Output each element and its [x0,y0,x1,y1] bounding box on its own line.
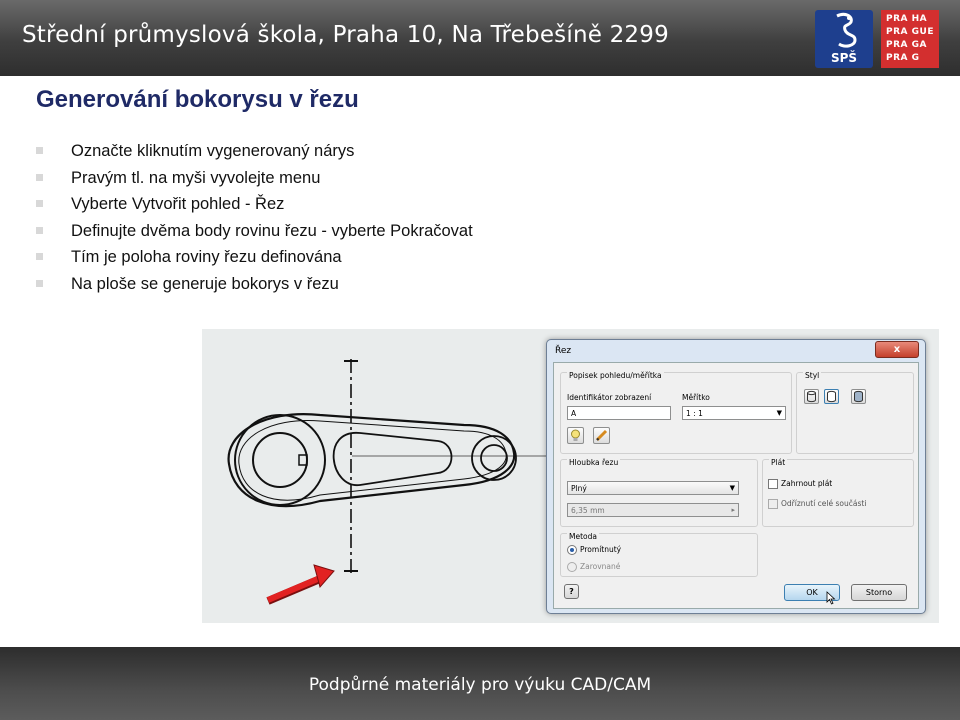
bullet-item: Tím je poloha roviny řezu definována [36,247,473,274]
shaded-cylinder-icon [854,390,863,403]
scale-label: Měřítko [682,393,710,402]
scale-value: 1 : 1 [686,409,703,418]
include-slice-label: Zahrnout plát [781,479,833,488]
slice-all-parts-label: Odříznutí celé součásti [781,499,867,508]
close-button[interactable]: x [875,341,919,358]
prague-logo: PRA HA PRA GUE PRA GA PRA G [881,10,939,68]
prague-logo-line: PRA HA [886,14,928,24]
identifier-input[interactable]: A [567,406,671,420]
view-label-group-label: Popisek pohledu/měřítka [567,371,664,380]
projected-radio[interactable] [567,545,577,555]
projected-label: Promítnutý [580,545,622,554]
footer-text: Podpůrné materiály pro výuku CAD/CAM [308,675,652,695]
mouse-cursor-icon [826,591,836,605]
aligned-label: Zarovnané [580,562,621,571]
bullet-marker-icon [36,279,43,287]
chevron-down-icon: ▼ [776,409,782,417]
dragon-icon [836,12,857,48]
cut-depth-combo[interactable]: Plný ▼ [567,481,739,495]
bullet-item: Na ploše se generuje bokorys v řezu [36,274,473,301]
dialog-body: Popisek pohledu/měřítka Identifikátor zo… [553,362,919,609]
slice-group-label: Plát [769,458,788,467]
bullet-text: Na ploše se generuje bokorys v řezu [71,274,339,293]
slice-group: Plát [762,458,914,527]
bullet-item: Vyberte Vytvořit pohled - Řez [36,194,473,221]
prague-logo-line: PRA GUE [886,27,934,37]
cut-depth-value: Plný [571,484,587,493]
sps-logo-text: SPŠ [830,51,858,65]
bullet-text: Označte kliknutím vygenerovaný nárys [71,142,355,160]
bullet-marker-icon [36,173,43,181]
inventor-screenshot: Řez x Popisek pohledu/měřítka Identifiká… [202,329,939,623]
cylinder-icon [807,390,816,403]
bullet-list: Označte kliknutím vygenerovaný nárys Pra… [36,141,473,300]
edit-label-button[interactable] [593,427,610,444]
style-hidden-lines-button[interactable] [804,389,819,404]
sps-logo: SPŠ [815,10,873,68]
bullet-marker-icon [36,200,43,207]
bullet-text: Tím je poloha roviny řezu definována [71,248,342,266]
cut-depth-group-label: Hloubka řezu [567,458,621,467]
bullet-text: Vyberte Vytvořit pohled - Řez [71,195,285,213]
identifier-label: Identifikátor zobrazení [567,393,652,402]
small-hub-bore [480,444,508,472]
slice-all-parts-checkbox[interactable] [768,499,778,509]
bullet-text: Pravým tl. na myši vyvolejte menu [71,168,321,187]
footer-bar: Podpůrné materiály pro výuku CAD/CAM [0,647,960,720]
header-bar: Střední průmyslová škola, Praha 10, Na T… [0,0,960,76]
pencil-icon [595,429,608,442]
chevron-down-icon: ▼ [729,484,735,492]
bullet-marker-icon [36,147,43,154]
section-dialog: Řez x Popisek pohledu/měřítka Identifiká… [546,339,926,614]
slide-title: Generování bokorysu v řezu [36,86,359,113]
style-group-label: Styl [803,371,822,380]
small-hub-circle [471,435,517,481]
bullet-marker-icon [36,253,43,260]
style-visible-lines-button[interactable] [824,389,839,404]
lightbulb-icon [571,429,580,441]
cut-distance-input[interactable]: 6,35 mm ▸ [567,503,739,517]
prague-logo-line: PRA G [886,53,920,63]
cancel-button[interactable]: Storno [851,584,907,601]
prague-logo-line: PRA GA [886,40,927,50]
visibility-bulb-button[interactable] [567,427,584,444]
aligned-radio[interactable] [567,562,577,572]
method-group-label: Metoda [567,532,599,541]
dialog-title: Řez [555,346,572,356]
cut-distance-value: 6,35 mm [571,506,605,515]
bullet-item: Označte kliknutím vygenerovaný nárys [36,141,473,168]
scale-combo[interactable]: 1 : 1 ▼ [682,406,786,420]
bullet-item: Pravým tl. na myši vyvolejte menu [36,168,473,195]
school-name: Střední průmyslová škola, Praha 10, Na T… [22,22,669,48]
chevron-right-icon: ▸ [731,506,735,514]
style-group: Styl [796,371,914,454]
bullet-marker-icon [36,226,43,234]
bullet-text: Definujte dvěma body rovinu řezu - vyber… [71,221,473,240]
cylinder-icon [827,390,836,403]
style-shaded-button[interactable] [851,389,866,404]
red-arrow-icon [266,564,335,605]
help-icon: ? [569,587,574,596]
help-button[interactable]: ? [564,584,579,599]
include-slice-checkbox[interactable] [768,479,778,489]
bullet-item: Definujte dvěma body rovinu řezu - vyber… [36,221,473,248]
hub-outer-circle [234,414,326,506]
